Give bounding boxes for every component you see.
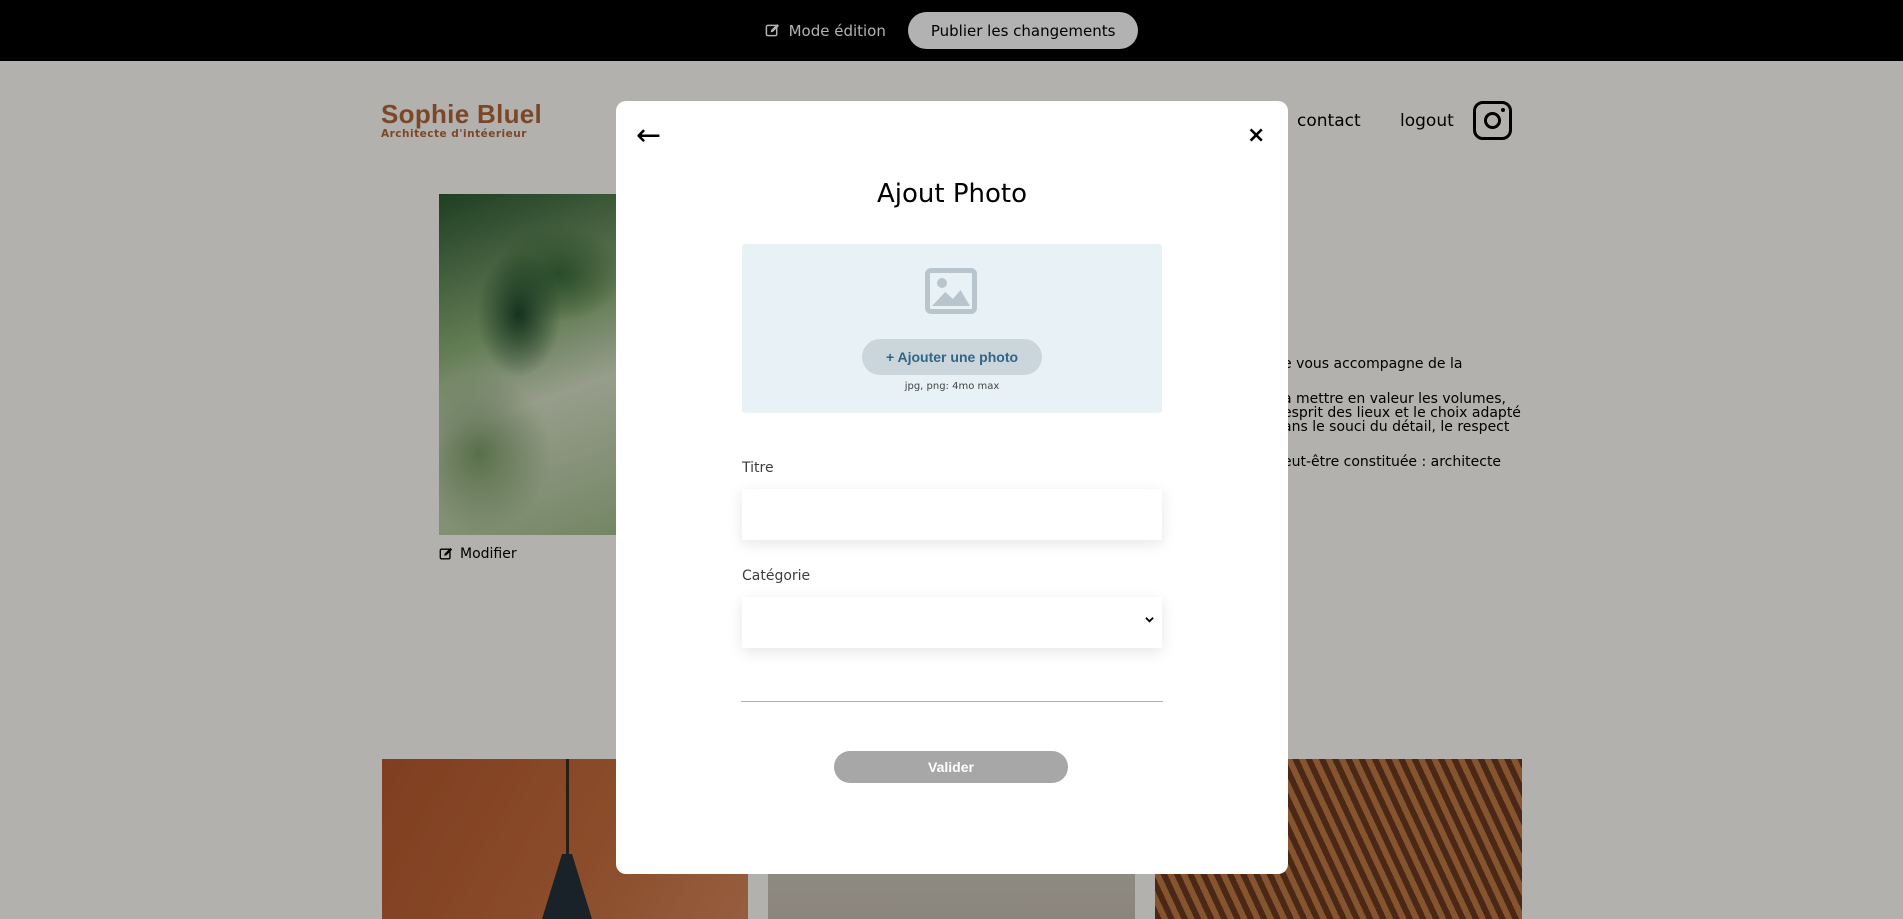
chevron-down-icon xyxy=(1145,617,1154,623)
add-photo-button[interactable]: + Ajouter une photo xyxy=(862,339,1042,375)
title-label: Titre xyxy=(742,460,774,476)
close-icon[interactable]: × xyxy=(1247,121,1265,151)
category-select[interactable] xyxy=(742,597,1162,648)
title-input[interactable] xyxy=(742,489,1162,540)
image-icon xyxy=(925,268,977,314)
modal-title: Ajout Photo xyxy=(876,179,1028,209)
form-divider xyxy=(741,701,1163,702)
photo-dropzone[interactable]: + Ajouter une photo jpg, png: 4mo max xyxy=(742,244,1162,413)
file-format-hint: jpg, png: 4mo max xyxy=(904,381,1000,392)
back-arrow-icon[interactable]: ← xyxy=(636,121,661,151)
add-photo-modal: ← × Ajout Photo + Ajouter une photo jpg,… xyxy=(616,101,1288,874)
category-label: Catégorie xyxy=(742,568,811,584)
validate-button[interactable]: Valider xyxy=(834,751,1068,783)
